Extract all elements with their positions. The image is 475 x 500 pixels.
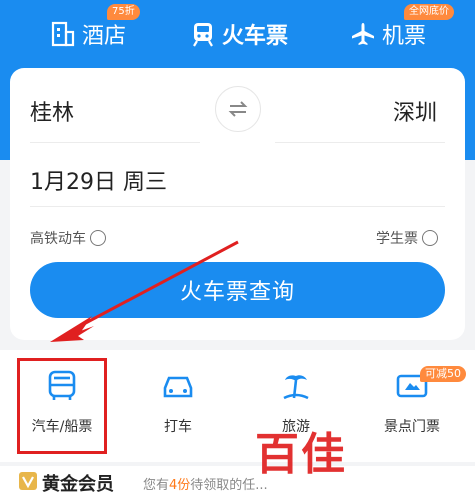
tab-flight-label: 机票: [382, 24, 427, 49]
service-tickets-label: 景点门票: [384, 419, 440, 435]
student-label: 学生票: [376, 231, 418, 247]
member-text-prefix: 您有: [143, 478, 170, 493]
member-text: 您有4份待领取的任...: [143, 474, 268, 493]
member-count: 4份: [169, 478, 191, 493]
car-icon: [163, 376, 193, 398]
tickets-discount-badge: 可减50: [420, 366, 466, 382]
to-divider: [275, 142, 445, 143]
highlight-box: [17, 358, 107, 454]
watermark-text: 百佳: [255, 429, 347, 480]
member-title: 黄金会员: [42, 474, 114, 495]
service-taxi-label: 打车: [164, 419, 192, 435]
student-radio[interactable]: [422, 230, 438, 246]
from-city[interactable]: 桂林: [30, 95, 74, 127]
plane-icon: [352, 23, 374, 45]
to-city[interactable]: 深圳: [393, 95, 437, 127]
swap-cities-button[interactable]: [215, 86, 261, 132]
hotel-icon: [51, 21, 75, 47]
crown-icon: [19, 472, 37, 490]
highspeed-label: 高铁动车: [30, 231, 86, 247]
highspeed-radio[interactable]: [90, 230, 106, 246]
member-bar[interactable]: 黄金会员 您有4份待领取的任...: [0, 466, 475, 500]
tab-hotel-label: 酒店: [82, 24, 127, 49]
train-search-card: 桂林 深圳 1月29日 周三 高铁动车 学生票 火车票查询: [10, 68, 465, 340]
service-taxi[interactable]: 打车: [128, 368, 228, 436]
student-option[interactable]: 学生票: [376, 228, 438, 248]
tab-flight[interactable]: 机票: [350, 18, 426, 50]
tab-hotel[interactable]: 酒店: [50, 18, 126, 50]
flight-price-badge: 全网底价: [404, 4, 454, 20]
swap-icon: [228, 101, 248, 117]
tab-train-label: 火车票: [222, 24, 289, 49]
travel-icon: [283, 375, 309, 400]
date-divider: [30, 206, 445, 207]
search-train-button[interactable]: 火车票查询: [30, 262, 445, 318]
hotel-discount-badge: 75折: [107, 4, 140, 20]
travel-date[interactable]: 1月29日 周三: [30, 164, 167, 196]
train-icon: [193, 23, 213, 47]
top-tabs: 酒店 75折 火车票 机票 全网底价: [0, 0, 475, 68]
tab-train[interactable]: 火车票: [190, 18, 288, 50]
highspeed-option[interactable]: 高铁动车: [30, 228, 106, 248]
from-divider: [30, 142, 200, 143]
